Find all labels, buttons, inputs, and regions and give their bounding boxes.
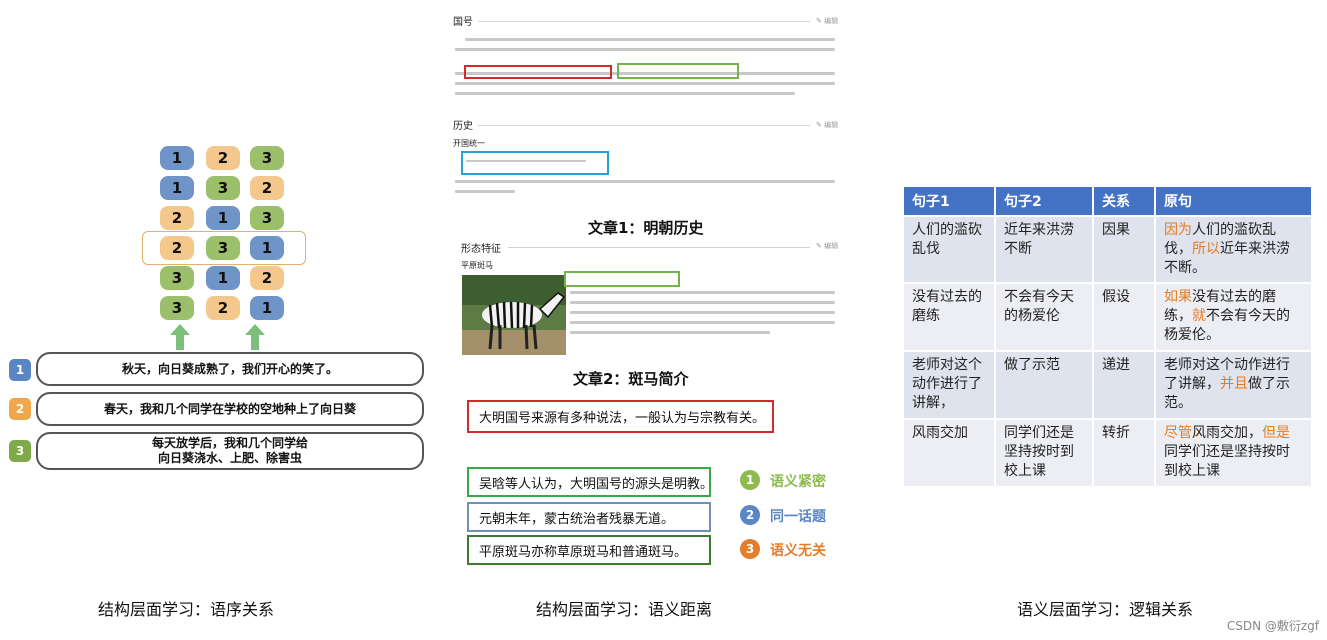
connective-word: 如果 xyxy=(1164,289,1192,305)
order-tile: 1 xyxy=(160,176,194,200)
logic-relation-table: 句子1 句子2 关系 原句 人们的滥砍乱伐 近年来洪涝不断 因果 因为人们的滥砍乱伐，… xyxy=(902,185,1313,488)
sentence-box: 秋天，向日葵成熟了，我们开心的笑了。 xyxy=(36,352,424,386)
query-highlight-box xyxy=(464,65,612,79)
topic-highlight-box xyxy=(461,151,609,175)
table-cell-s1: 风雨交加 xyxy=(902,418,996,488)
column-header: 句子2 xyxy=(994,185,1094,217)
candidate-sentence-box: 吴晗等人认为，大明国号的源头是明教。 xyxy=(467,467,714,497)
candidate-sentence-box: 元朝末年，蒙古统治者残暴无道。 xyxy=(467,502,711,532)
table-cell-s1: 人们的滥砍乱伐 xyxy=(902,215,996,284)
selected-order-highlight xyxy=(142,231,306,265)
sentence-box: 春天，我和几个同学在学校的空地种上了向日葵 xyxy=(36,392,424,426)
connective-word: 因为 xyxy=(1164,222,1192,238)
sentence-number-badge: 2 xyxy=(9,398,31,420)
zebra-photo xyxy=(462,275,566,355)
connective-word: 但是 xyxy=(1262,425,1290,441)
column-header: 句子1 xyxy=(902,185,996,217)
sentence-text-line1: 每天放学后，我和几个同学给 xyxy=(151,436,308,450)
article1-title: 文章1：明朝历史 xyxy=(588,219,704,237)
legend-label: 语义紧密 xyxy=(770,474,826,490)
doc-section-title: 国号 xyxy=(453,17,473,28)
up-arrow-icon xyxy=(170,324,190,350)
table-cell-s2: 做了示范 xyxy=(994,350,1094,420)
order-tile: 2 xyxy=(250,176,284,200)
query-sentence-box: 大明国号来源有多种说法，一般认为与宗教有关。 xyxy=(467,400,774,433)
order-tile: 3 xyxy=(160,296,194,320)
candidate-sentence-text: 平原斑马亦称草原斑马和普通斑马。 xyxy=(479,544,688,560)
edit-link[interactable]: ✎ 编辑 xyxy=(816,241,838,251)
table-cell-s2: 近年来洪涝不断 xyxy=(994,215,1094,284)
order-tile: 2 xyxy=(250,266,284,290)
legend-number: 3 xyxy=(740,539,760,559)
caption-semantic-distance: 结构层面学习：语义距离 xyxy=(536,600,713,619)
order-tile: 1 xyxy=(160,146,194,170)
table-row: 没有过去的磨练 不会有今天的杨爱伦 假设 如果没有过去的磨练，就不会有今天的杨爱伦。 xyxy=(902,282,1313,352)
related-highlight-box xyxy=(564,271,680,287)
table-cell-rel: 递进 xyxy=(1092,350,1156,420)
order-tile: 3 xyxy=(160,266,194,290)
sentence-text: 秋天，向日葵成熟了，我们开心的笑了。 xyxy=(121,361,338,376)
table-row: 人们的滥砍乱伐 近年来洪涝不断 因果 因为人们的滥砍乱伐，所以近年来洪涝不断。 xyxy=(902,215,1313,284)
order-tile: 1 xyxy=(206,206,240,230)
table-row: 风雨交加 同学们还是坚持按时到校上课 转折 尽管风雨交加，但是同学们还是坚持按时到校上… xyxy=(902,418,1313,488)
legend-number: 1 xyxy=(740,470,760,490)
sentence-number-badge: 3 xyxy=(9,440,31,462)
table-cell-rel: 因果 xyxy=(1092,215,1156,284)
caption-logic-relation: 语义层面学习：逻辑关系 xyxy=(1017,600,1194,619)
edit-link[interactable]: ✎ 编辑 xyxy=(816,16,838,26)
table-cell-s2: 同学们还是坚持按时到校上课 xyxy=(994,418,1094,488)
order-tile: 2 xyxy=(206,146,240,170)
table-cell-rel: 假设 xyxy=(1092,282,1156,352)
order-tile: 2 xyxy=(160,206,194,230)
table-cell-rel: 转折 xyxy=(1092,418,1156,488)
connective-word: 就 xyxy=(1192,308,1206,324)
table-cell-original: 尽管风雨交加，但是同学们还是坚持按时到校上课 xyxy=(1154,418,1313,488)
connective-word: 并且 xyxy=(1220,376,1248,392)
doc-subsection-title: 平原斑马 xyxy=(461,261,493,270)
legend-label: 同一话题 xyxy=(770,509,826,525)
connective-word: 尽管 xyxy=(1164,425,1192,441)
table-cell-s2: 不会有今天的杨爱伦 xyxy=(994,282,1094,352)
doc-section-title: 历史 xyxy=(453,121,473,132)
sentence-text: 春天，我和几个同学在学校的空地种上了向日葵 xyxy=(103,401,356,416)
table-cell-original: 老师对这个动作进行了讲解，并且做了示范。 xyxy=(1154,350,1313,420)
doc-section-title: 形态特征 xyxy=(461,244,501,255)
candidate-sentence-text: 吴晗等人认为，大明国号的源头是明教。 xyxy=(479,476,714,492)
watermark: CSDN @敷衍zgf xyxy=(1226,619,1319,633)
order-tile: 2 xyxy=(206,296,240,320)
table-cell-s1: 老师对这个动作进行了讲解， xyxy=(902,350,996,420)
sentence-number-badge: 1 xyxy=(9,359,31,381)
order-tile: 3 xyxy=(250,146,284,170)
table-cell-s1: 没有过去的磨练 xyxy=(902,282,996,352)
table-cell-original: 因为人们的滥砍乱伐，所以近年来洪涝不断。 xyxy=(1154,215,1313,284)
legend-number: 2 xyxy=(740,505,760,525)
order-tile: 3 xyxy=(250,206,284,230)
order-tile: 1 xyxy=(206,266,240,290)
sentence-fragment: 风雨交加， xyxy=(1192,425,1262,441)
edit-link[interactable]: ✎ 编辑 xyxy=(816,120,838,130)
order-tile: 3 xyxy=(206,176,240,200)
column-header: 关系 xyxy=(1092,185,1156,217)
table-header-row: 句子1 句子2 关系 原句 xyxy=(902,185,1313,217)
sentence-text-line2: 向日葵浇水、上肥、除害虫 xyxy=(157,451,302,465)
sentence-fragment: 同学们还是坚持按时到校上课 xyxy=(1164,444,1290,479)
legend-label: 语义无关 xyxy=(770,543,826,559)
doc-subsection-title: 开国统一 xyxy=(453,139,485,148)
table-row: 老师对这个动作进行了讲解， 做了示范 递进 老师对这个动作进行了讲解，并且做了示范。 xyxy=(902,350,1313,420)
related-highlight-box xyxy=(617,63,739,79)
candidate-sentence-text: 元朝末年，蒙古统治者残暴无道。 xyxy=(479,511,675,527)
table-cell-original: 如果没有过去的磨练，就不会有今天的杨爱伦。 xyxy=(1154,282,1313,352)
sentence-box: 每天放学后，我和几个同学给 向日葵浇水、上肥、除害虫 xyxy=(36,432,424,470)
query-sentence-text: 大明国号来源有多种说法，一般认为与宗教有关。 xyxy=(479,411,766,426)
candidate-sentence-box: 平原斑马亦称草原斑马和普通斑马。 xyxy=(467,535,711,565)
article2-title: 文章2：斑马简介 xyxy=(573,370,689,388)
up-arrow-icon xyxy=(245,324,265,350)
connective-word: 所以 xyxy=(1192,241,1220,257)
caption-word-order: 结构层面学习：语序关系 xyxy=(98,600,275,619)
order-tile: 1 xyxy=(250,296,284,320)
column-header: 原句 xyxy=(1154,185,1313,217)
